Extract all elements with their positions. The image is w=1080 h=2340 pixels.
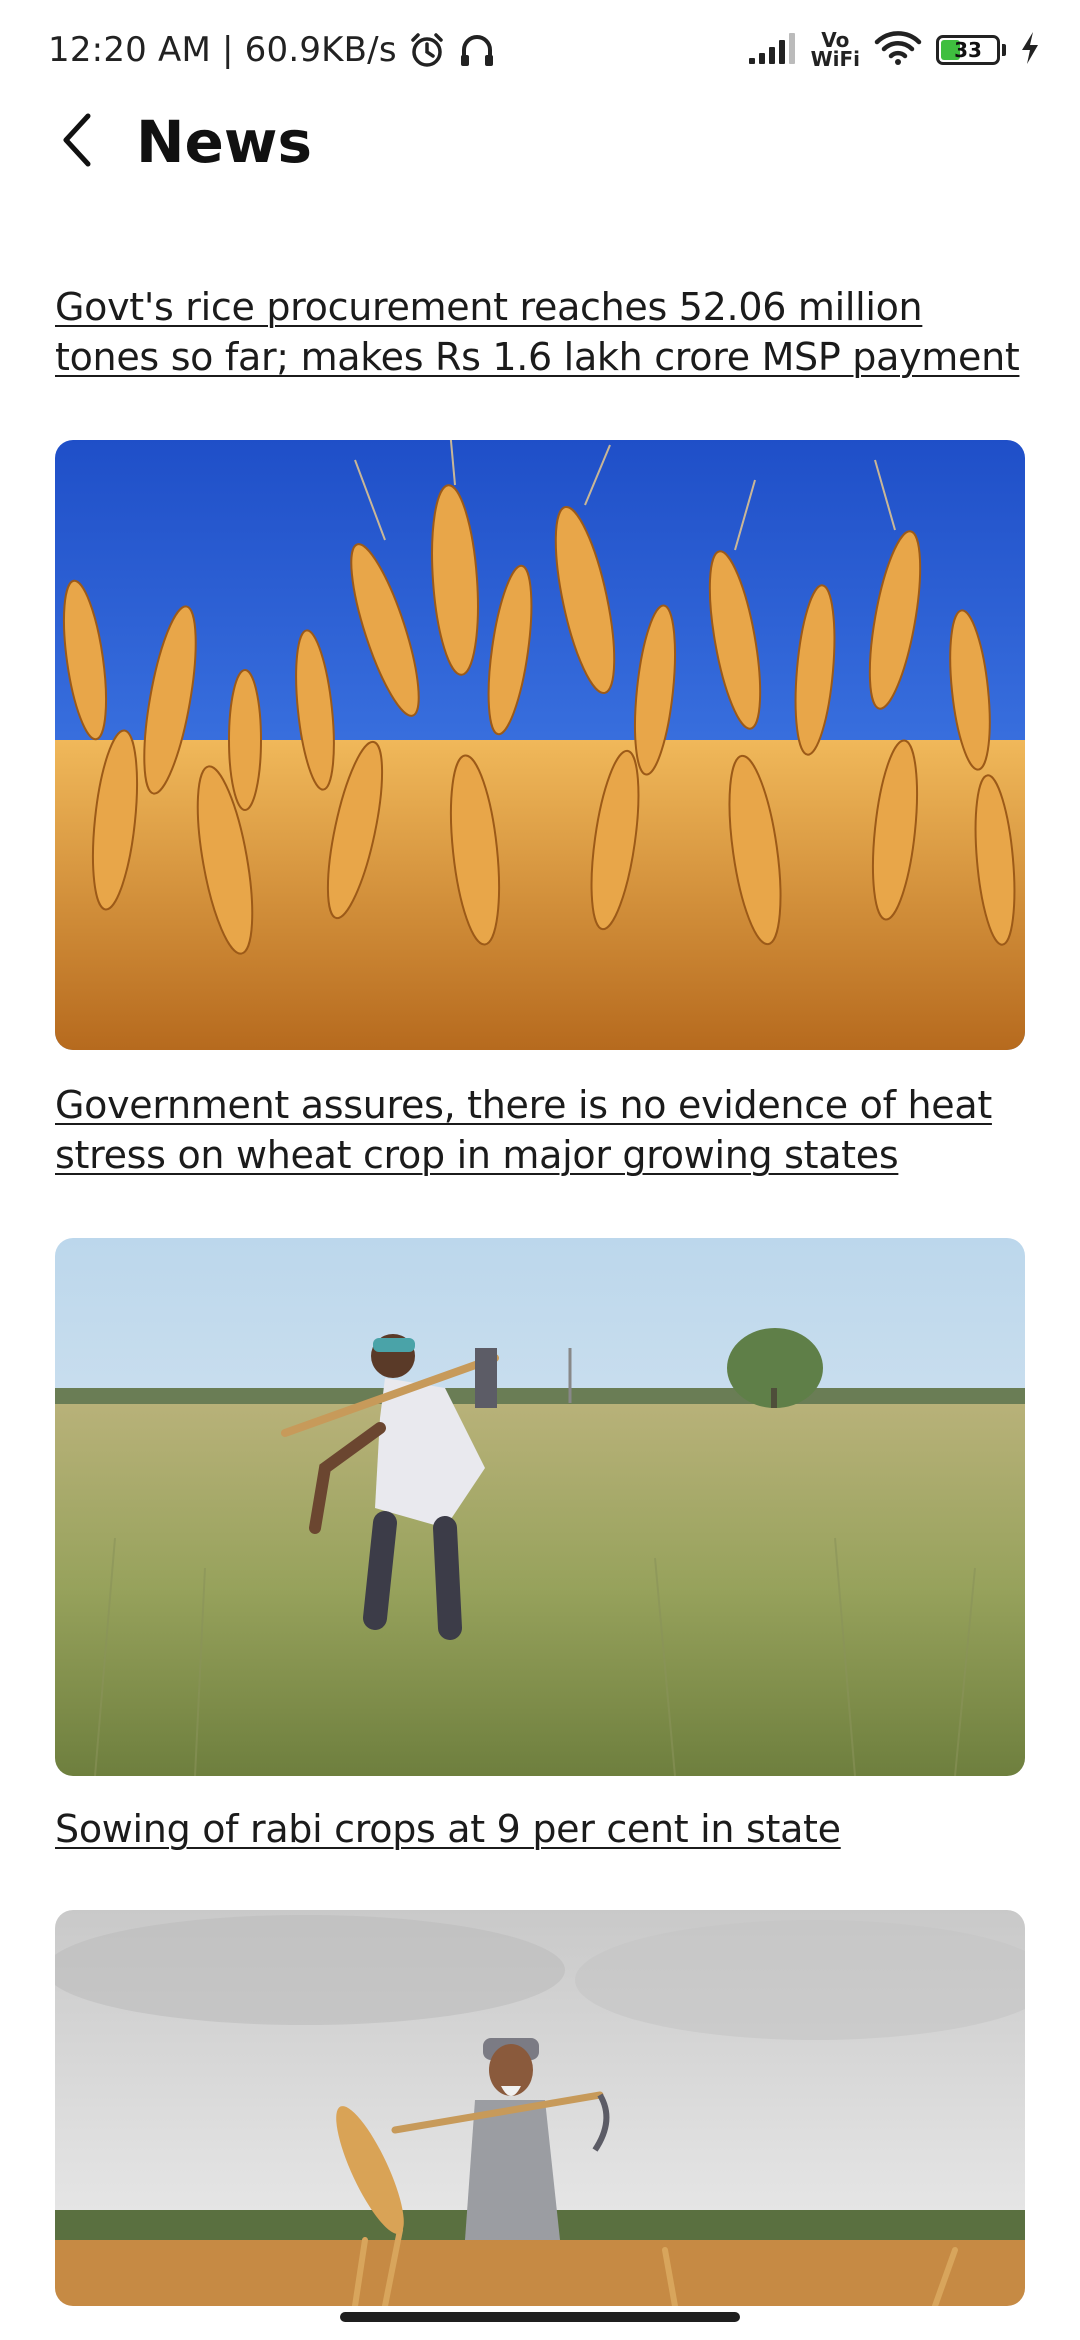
- chevron-left-icon: [56, 110, 96, 174]
- news-title-link[interactable]: Govt's rice procurement reaches 52.06 mi…: [55, 282, 1025, 382]
- turbaned-farmer-with-sickle-in-field-photo[interactable]: [55, 1910, 1025, 2306]
- news-list: Govt's rice procurement reaches 52.06 mi…: [55, 282, 1025, 2306]
- battery-cap: [1002, 44, 1006, 56]
- news-title-line: Government assures, there is no evidence…: [55, 1083, 992, 1127]
- news-title-line: Sowing of rabi crops at 9 per cent in st…: [55, 1807, 841, 1851]
- status-time-speed: 12:20 AM | 60.9KB/s: [48, 30, 397, 70]
- headphones-icon: [457, 30, 497, 70]
- news-title-line: tones so far; makes Rs 1.6 lakh crore MS…: [55, 335, 1020, 379]
- wifi-icon: [874, 30, 922, 70]
- wheat-ears-blue-sky-photo[interactable]: [55, 440, 1025, 1050]
- app-header: News: [0, 100, 1080, 184]
- news-title-link[interactable]: Sowing of rabi crops at 9 per cent in st…: [55, 1804, 1025, 1854]
- lightning-bolt-icon: [1020, 31, 1040, 69]
- alarm-clock-icon: [407, 30, 447, 70]
- farmer-bending-in-green-wheat-field-photo[interactable]: [55, 1238, 1025, 1776]
- battery-level: 33: [954, 38, 982, 62]
- status-right: Vo WiFi 33: [747, 22, 1040, 78]
- status-left: 12:20 AM | 60.9KB/s: [48, 24, 497, 76]
- news-item: Government assures, there is no evidence…: [55, 1080, 1025, 1776]
- news-item: Sowing of rabi crops at 9 per cent in st…: [55, 1804, 1025, 2306]
- home-indicator[interactable]: [340, 2312, 740, 2322]
- page-title: News: [136, 108, 312, 176]
- signal-bars-icon: [747, 30, 797, 70]
- status-bar: 12:20 AM | 60.9KB/s Vo WiFi 33: [0, 0, 1080, 100]
- news-item: Govt's rice procurement reaches 52.06 mi…: [55, 282, 1025, 1050]
- news-title-line: Govt's rice procurement reaches 52.06 mi…: [55, 285, 923, 329]
- news-title-line: stress on wheat crop in major growing st…: [55, 1133, 899, 1177]
- vowifi-indicator: Vo WiFi: [810, 30, 860, 71]
- back-button[interactable]: [44, 110, 108, 174]
- vowifi-bottom: WiFi: [810, 47, 860, 71]
- news-title-link[interactable]: Government assures, there is no evidence…: [55, 1080, 1025, 1180]
- battery-indicator: 33: [936, 35, 1000, 65]
